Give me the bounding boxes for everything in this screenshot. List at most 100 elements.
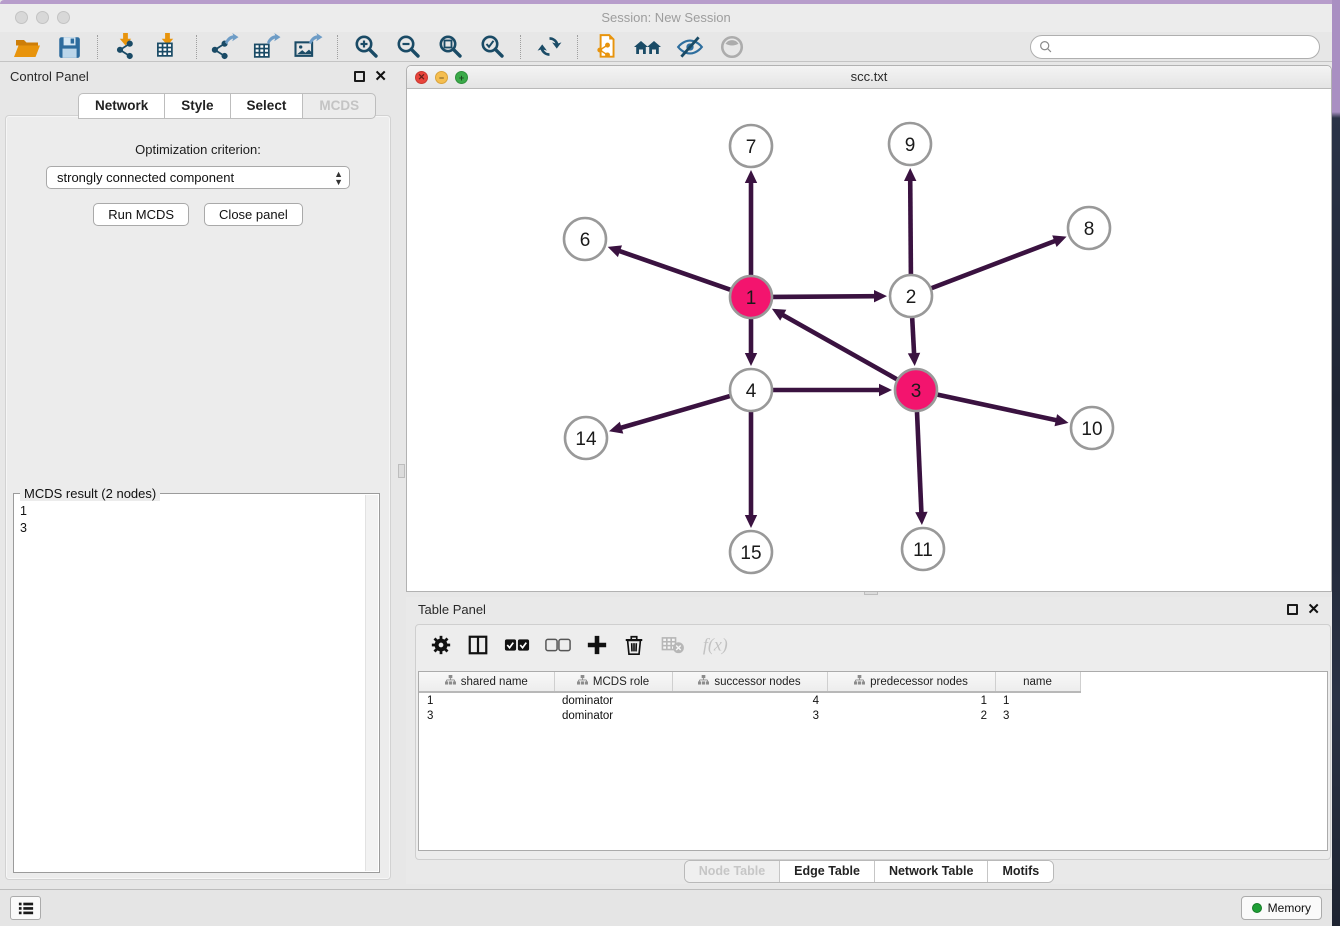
table-row[interactable]: 3dominator323 xyxy=(419,708,1080,724)
hide-selected-button[interactable] xyxy=(669,33,711,61)
delete-row-button[interactable] xyxy=(623,631,645,661)
edge-2-8[interactable] xyxy=(932,235,1067,288)
import-network-button[interactable] xyxy=(105,33,147,61)
edge-1-2[interactable] xyxy=(773,290,887,302)
edge-1-6[interactable] xyxy=(608,245,731,289)
node-label: 15 xyxy=(740,543,761,564)
edge-4-15[interactable] xyxy=(745,412,757,528)
network-close-button[interactable]: ✕ xyxy=(415,71,428,84)
zoom-selected-button[interactable] xyxy=(471,33,513,61)
node-15[interactable]: 15 xyxy=(730,531,772,573)
criterion-select[interactable]: strongly connected component ▲▼ xyxy=(46,166,350,189)
edge-3-11[interactable] xyxy=(915,412,927,525)
column-header-predecessor-nodes[interactable]: predecessor nodes xyxy=(827,672,995,692)
network-minimize-button[interactable]: − xyxy=(435,71,448,84)
table-row[interactable]: 1dominator411 xyxy=(419,692,1080,708)
node-7[interactable]: 7 xyxy=(730,125,772,167)
node-9[interactable]: 9 xyxy=(889,123,931,165)
node-2[interactable]: 2 xyxy=(890,275,932,317)
tab-edge-table[interactable]: Edge Table xyxy=(780,861,875,882)
table-cell[interactable]: 3 xyxy=(672,708,827,724)
apply-layout-button[interactable] xyxy=(528,33,570,61)
column-header-shared-name[interactable]: shared name xyxy=(419,672,554,692)
tab-network[interactable]: Network xyxy=(78,93,164,119)
export-table-button[interactable] xyxy=(246,33,288,61)
table-cell[interactable]: 2 xyxy=(827,708,995,724)
edge-1-4[interactable] xyxy=(745,319,757,366)
tab-motifs[interactable]: Motifs xyxy=(988,861,1053,882)
first-neighbors-button[interactable] xyxy=(627,33,669,61)
table-cell[interactable]: 1 xyxy=(419,692,554,708)
network-zoom-button[interactable]: + xyxy=(455,71,468,84)
node-8[interactable]: 8 xyxy=(1068,207,1110,249)
close-panel-icon[interactable]: ✕ xyxy=(374,71,387,82)
search-box[interactable] xyxy=(1030,35,1320,59)
float-table-panel-icon[interactable] xyxy=(1287,604,1298,615)
node-3[interactable]: 3 xyxy=(895,369,937,411)
table-cell[interactable]: 1 xyxy=(995,692,1080,708)
node-1[interactable]: 1 xyxy=(730,276,772,318)
app-title: Session: New Session xyxy=(0,10,1332,25)
tab-style[interactable]: Style xyxy=(164,93,229,119)
node-table[interactable]: shared name MCDS rolesuccessor nodesprede… xyxy=(419,672,1081,724)
deselect-all-button[interactable] xyxy=(545,631,571,661)
edge-4-3[interactable] xyxy=(773,384,892,396)
column-header-successor-nodes[interactable]: successor nodes xyxy=(672,672,827,692)
node-10[interactable]: 10 xyxy=(1071,407,1113,449)
open-session-button[interactable] xyxy=(6,33,48,61)
table-cell[interactable]: 4 xyxy=(672,692,827,708)
export-network-button[interactable] xyxy=(204,33,246,61)
edge-4-14[interactable] xyxy=(609,396,730,434)
save-session-button[interactable] xyxy=(48,33,90,61)
tab-network-table[interactable]: Network Table xyxy=(875,861,989,882)
split-view-button[interactable] xyxy=(467,631,489,661)
table-cell[interactable]: dominator xyxy=(554,708,672,724)
network-canvas[interactable]: 7 9 6 8 1 2 4 3 14 10 15 11 xyxy=(407,89,1331,591)
settings-button[interactable] xyxy=(430,631,452,661)
float-panel-icon[interactable] xyxy=(354,71,365,82)
column-header-MCDS-role[interactable]: MCDS role xyxy=(554,672,672,692)
add-row-button[interactable] xyxy=(586,631,608,661)
close-panel-button[interactable]: Close panel xyxy=(204,203,303,226)
task-history-button[interactable] xyxy=(10,896,41,920)
import-table-button[interactable] xyxy=(147,33,189,61)
node-14[interactable]: 14 xyxy=(565,417,607,459)
zoom-out-button[interactable] xyxy=(387,33,429,61)
column-header-name[interactable]: name xyxy=(995,672,1080,692)
network-window-titlebar[interactable]: ✕ − + scc.txt xyxy=(407,66,1331,89)
duplicate-network-button[interactable] xyxy=(585,33,627,61)
vertical-splitter-grip[interactable] xyxy=(398,464,405,478)
table-cell[interactable]: dominator xyxy=(554,692,672,708)
toolbar-separator xyxy=(337,35,338,59)
zoom-selected-icon xyxy=(479,33,506,60)
search-input[interactable] xyxy=(1058,40,1311,55)
export-image-button[interactable] xyxy=(288,33,330,61)
column-label: shared name xyxy=(461,676,528,688)
node-4[interactable]: 4 xyxy=(730,369,772,411)
table-cell[interactable]: 1 xyxy=(827,692,995,708)
zoom-fit-button[interactable] xyxy=(429,33,471,61)
column-label: name xyxy=(1023,676,1052,688)
select-all-button[interactable] xyxy=(504,631,530,661)
edge-2-9[interactable] xyxy=(904,168,916,274)
desktop-background xyxy=(1332,0,1340,926)
node-6[interactable]: 6 xyxy=(564,218,606,260)
node-11[interactable]: 11 xyxy=(902,528,944,570)
run-mcds-button[interactable]: Run MCDS xyxy=(93,203,189,226)
search-icon xyxy=(1039,40,1053,54)
edge-1-7[interactable] xyxy=(745,170,757,275)
table-cell[interactable]: 3 xyxy=(995,708,1080,724)
tab-mcds[interactable]: MCDS xyxy=(302,93,376,119)
edge-2-3[interactable] xyxy=(908,318,920,366)
edge-3-10[interactable] xyxy=(938,395,1069,427)
memory-button[interactable]: Memory xyxy=(1241,896,1322,920)
close-table-panel-icon[interactable]: ✕ xyxy=(1307,604,1320,615)
export-network-icon xyxy=(210,33,240,60)
tab-node-table[interactable]: Node Table xyxy=(685,861,780,882)
mcds-result-scrollbar[interactable] xyxy=(365,495,378,871)
zoom-in-button[interactable] xyxy=(345,33,387,61)
table-cell[interactable]: 3 xyxy=(419,708,554,724)
tab-select[interactable]: Select xyxy=(230,93,303,119)
edge-3-1[interactable] xyxy=(772,309,897,379)
delete-row-icon xyxy=(623,634,645,659)
